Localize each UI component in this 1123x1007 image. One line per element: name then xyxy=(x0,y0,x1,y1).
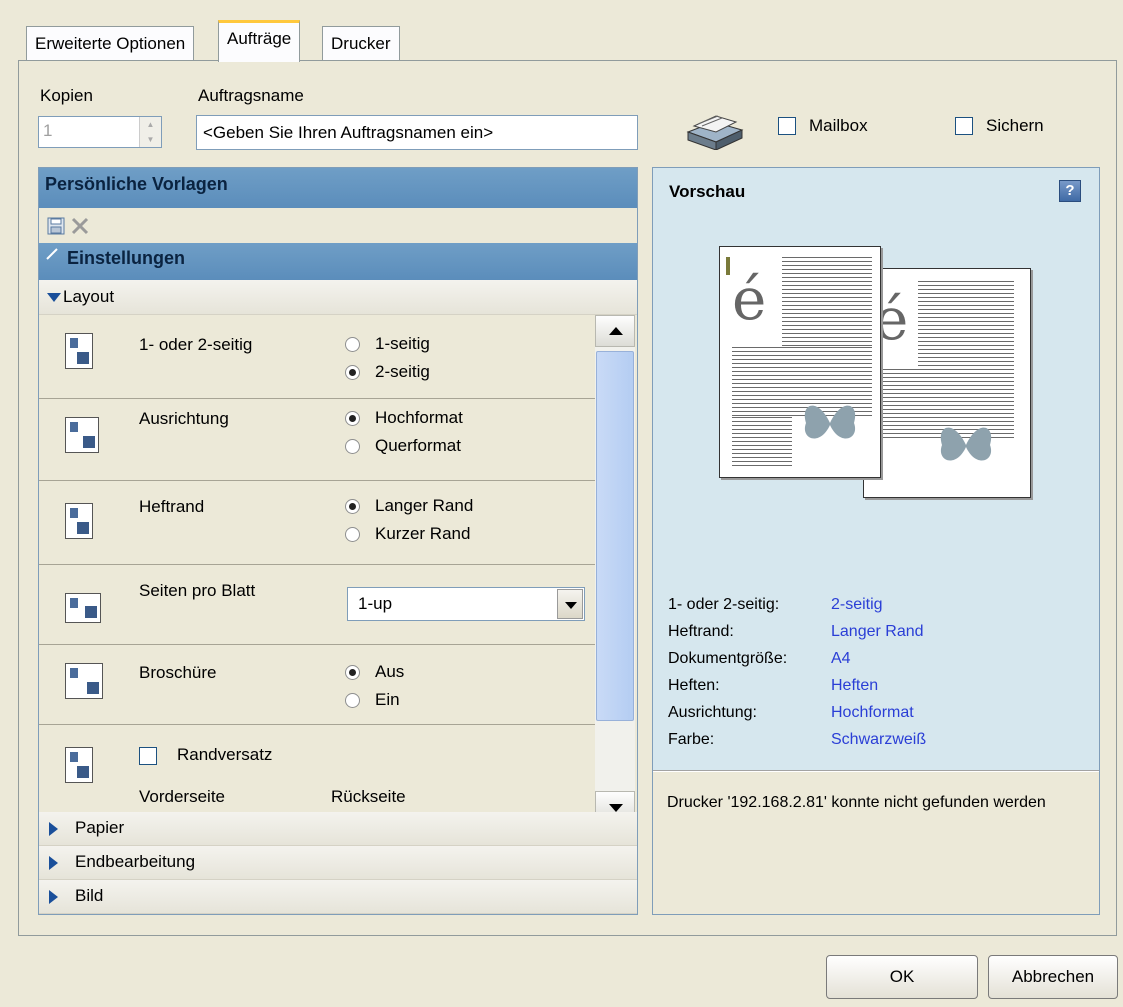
templates-header: Persönliche Vorlagen xyxy=(39,168,637,208)
expand-down-icon xyxy=(47,293,61,302)
orientation-label: Ausrichtung xyxy=(139,409,229,428)
mailbox-label: Mailbox xyxy=(809,116,868,135)
expand-right-icon xyxy=(49,822,58,836)
section-layout[interactable]: Layout xyxy=(39,280,637,315)
settings-title: Einstellungen xyxy=(67,248,186,268)
help-icon[interactable]: ? xyxy=(1059,180,1081,202)
mailbox-checkbox[interactable] xyxy=(778,117,796,135)
summary-key: 1- oder 2-seitig: xyxy=(668,596,780,613)
preview-panel: Vorschau ? é é Drucker '192.168.2.81' ko… xyxy=(652,167,1100,915)
binding-option-2: Kurzer Rand xyxy=(375,524,471,543)
sichern-checkbox[interactable] xyxy=(955,117,973,135)
butterfly-icon xyxy=(804,405,856,439)
binding-icon xyxy=(65,503,93,539)
delete-icon[interactable] xyxy=(71,217,89,235)
copies-spin-buttons[interactable]: ▲ ▼ xyxy=(139,117,161,147)
summary-key: Ausrichtung: xyxy=(668,704,757,721)
status-area: Drucker '192.168.2.81' konnte nicht gefu… xyxy=(653,772,1099,914)
scroll-up-button[interactable] xyxy=(595,315,635,347)
section-label: Papier xyxy=(75,818,125,837)
butterfly-icon xyxy=(940,427,992,461)
front-side-label: Vorderseite xyxy=(139,787,225,806)
section-bild[interactable]: Bild xyxy=(39,880,637,914)
summary-key: Farbe: xyxy=(668,731,715,748)
duplex-option-1: 1-seitig xyxy=(375,334,430,353)
section-papier[interactable]: Papier xyxy=(39,812,637,846)
printer-stack-icon xyxy=(686,115,744,150)
binding-row: Heftrand Langer Rand Kurzer Rand xyxy=(39,481,595,565)
margin-shift-icon xyxy=(65,747,93,783)
summary-value: Heften xyxy=(831,677,879,694)
back-side-label: Rückseite xyxy=(331,787,406,806)
ok-button[interactable]: OK xyxy=(826,955,978,999)
summary-key: Heften: xyxy=(668,677,720,694)
pages-per-sheet-icon xyxy=(65,593,101,623)
duplex-radio-1-seitig[interactable] xyxy=(345,337,360,352)
booklet-radio-ein[interactable] xyxy=(345,693,360,708)
orientation-option-2: Querformat xyxy=(375,436,461,455)
save-icon[interactable] xyxy=(47,217,65,235)
summary-key: Heftrand: xyxy=(668,623,734,640)
binding-radio-kurzer-rand[interactable] xyxy=(345,527,360,542)
preview-page-front: é xyxy=(719,246,881,478)
orientation-row: Ausrichtung Hochformat Querformat xyxy=(39,399,595,481)
summary-value: 2-seitig xyxy=(831,596,883,613)
copies-stepper[interactable]: 1 ▲ ▼ xyxy=(38,116,162,148)
job-name-label: Auftragsname xyxy=(198,86,304,105)
layout-options: 1- oder 2-seitig 1-seitig 2-seitig Ausri… xyxy=(39,315,637,825)
duplex-row: 1- oder 2-seitig 1-seitig 2-seitig xyxy=(39,315,595,399)
section-endbearbeitung[interactable]: Endbearbeitung xyxy=(39,846,637,880)
duplex-radio-2-seitig[interactable] xyxy=(345,365,360,380)
booklet-option-2: Ein xyxy=(375,690,400,709)
pages-per-sheet-value: 1-up xyxy=(358,594,393,613)
summary-key: Dokumentgröße: xyxy=(668,650,788,667)
vertical-scrollbar[interactable] xyxy=(595,315,635,825)
margin-shift-row: Randversatz Vorderseite Rückseite xyxy=(39,725,595,825)
randversatz-label: Randversatz xyxy=(177,745,273,764)
scroll-thumb[interactable] xyxy=(596,351,634,721)
summary-value: A4 xyxy=(831,650,851,667)
copies-label: Kopien xyxy=(40,86,93,105)
pages-per-sheet-select[interactable]: 1-up xyxy=(347,587,585,621)
expand-right-icon xyxy=(49,890,58,904)
binding-radio-langer-rand[interactable] xyxy=(345,499,360,514)
copies-value: 1 xyxy=(43,121,53,140)
duplex-label: 1- oder 2-seitig xyxy=(139,335,253,354)
pages-per-sheet-row: Seiten pro Blatt 1-up xyxy=(39,565,595,645)
cancel-button[interactable]: Abbrechen xyxy=(988,955,1118,999)
booklet-label: Broschüre xyxy=(139,663,217,682)
binding-option-1: Langer Rand xyxy=(375,496,474,515)
duplex-option-2: 2-seitig xyxy=(375,362,430,381)
binding-label: Heftrand xyxy=(139,497,205,516)
expand-right-icon xyxy=(49,856,58,870)
preview-page-back: é xyxy=(863,268,1031,498)
chevron-down-icon[interactable] xyxy=(557,589,583,619)
sichern-label: Sichern xyxy=(986,116,1044,135)
templates-toolbar xyxy=(39,208,637,243)
orientation-radio-hochformat[interactable] xyxy=(345,411,360,426)
settings-header: Einstellungen xyxy=(39,243,637,280)
section-label: Endbearbeitung xyxy=(75,852,196,871)
booklet-row: Broschüre Aus Ein xyxy=(39,645,595,725)
pencil-icon xyxy=(46,248,58,260)
duplex-icon xyxy=(65,333,93,369)
booklet-icon xyxy=(65,663,103,699)
booklet-option-1: Aus xyxy=(375,662,405,681)
status-message: Drucker '192.168.2.81' konnte nicht gefu… xyxy=(667,794,1046,811)
summary-value: Schwarzweiß xyxy=(831,731,927,748)
settings-panel: Persönliche Vorlagen Einstellungen Layou… xyxy=(38,167,638,915)
section-label: Bild xyxy=(75,886,104,905)
orientation-option-1: Hochformat xyxy=(375,408,463,427)
layout-label: Layout xyxy=(63,287,115,306)
preview-title: Vorschau xyxy=(669,182,746,201)
randversatz-checkbox[interactable] xyxy=(139,747,157,765)
summary-value: Hochformat xyxy=(831,704,914,721)
job-name-input[interactable] xyxy=(196,115,638,150)
summary-value: Langer Rand xyxy=(831,623,924,640)
orientation-radio-querformat[interactable] xyxy=(345,439,360,454)
pages-per-sheet-label: Seiten pro Blatt xyxy=(139,581,256,600)
booklet-radio-aus[interactable] xyxy=(345,665,360,680)
orientation-icon xyxy=(65,417,99,453)
page-glyph: é xyxy=(732,265,767,333)
